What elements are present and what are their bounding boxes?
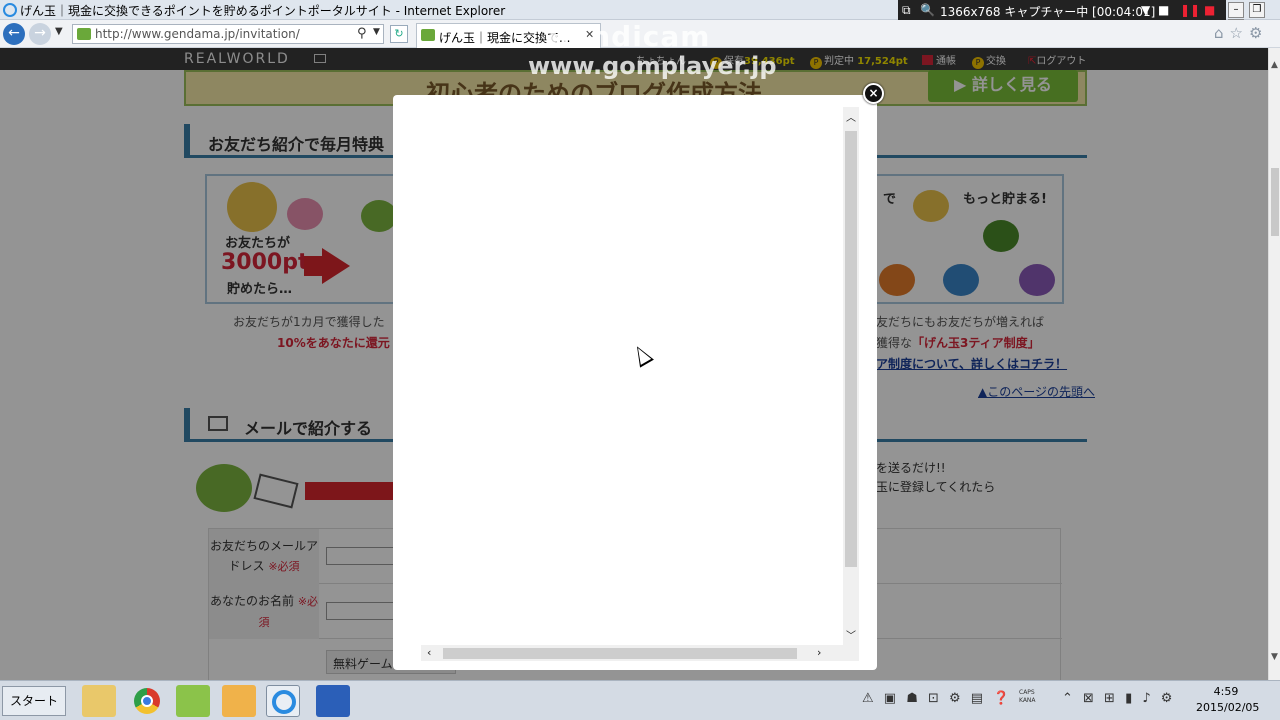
input-mode-indicator: CAPS KANA	[1019, 689, 1036, 705]
page-scrollbar[interactable]: ▲ ▼	[1268, 48, 1280, 680]
scroll-thumb[interactable]	[1271, 168, 1279, 236]
forward-arrow-icon[interactable]: →	[29, 23, 51, 45]
explorer-folder-icon[interactable]	[82, 685, 116, 717]
media-player-icon[interactable]	[222, 685, 256, 717]
address-bar[interactable]: http://www.gendama.jp/invitation/ ⚲ ▼	[72, 24, 384, 44]
chrome-icon[interactable]	[130, 685, 164, 717]
internet-explorer-icon[interactable]	[266, 685, 300, 717]
chevron-right-icon[interactable]: ›	[817, 646, 821, 659]
ie-logo-icon	[3, 3, 17, 17]
modal-horizontal-scrollbar[interactable]: ‹ ›	[421, 645, 859, 661]
kana-label: KANA	[1019, 697, 1036, 704]
back-arrow-icon[interactable]: ←	[3, 23, 25, 45]
address-dropdown-icon[interactable]: ▼	[373, 27, 380, 37]
modal-dialog: ︿ ﹀ ‹ ›	[393, 95, 877, 670]
caps-label: CAPS	[1019, 689, 1035, 696]
modal-vertical-scrollbar[interactable]: ︿ ﹀	[843, 107, 859, 647]
camera-icon[interactable]: ■	[1158, 3, 1169, 17]
capture-status-box: ⧉ 🔍 1366x768 キャプチャー中 [00:04:01] ▼ ■ ❚❚ ■	[898, 0, 1226, 20]
search-icon[interactable]: ⚲	[357, 26, 367, 41]
refresh-icon[interactable]: ↻	[390, 25, 408, 43]
system-tray-icons[interactable]: ⚠ ▣ ☗ ⊡ ⚙ ▤ ❓	[862, 691, 1012, 706]
scroll-up-icon[interactable]: ▲	[1271, 60, 1278, 70]
site-favicon-icon	[77, 28, 91, 40]
minimize-button[interactable]: –	[1228, 2, 1244, 18]
window-titlebar: げん玉｜現金に交換できるポイントを貯めるポイントポータルサイト - Intern…	[0, 0, 1280, 35]
search-icon: 🔍	[920, 3, 935, 17]
notification-icons[interactable]: ⌃ ⊠ ⊞ ▮ ♪ ⚙	[1062, 691, 1175, 706]
window-title: げん玉｜現金に交換できるポイントを貯めるポイントポータルサイト - Intern…	[20, 4, 506, 18]
favorites-star-icon[interactable]: ☆	[1230, 24, 1249, 42]
home-icon[interactable]: ⌂	[1214, 24, 1230, 42]
start-button[interactable]: スタート	[2, 686, 66, 716]
restore-button[interactable]: ❐	[1248, 2, 1265, 18]
chevron-down-icon[interactable]: ﹀	[846, 627, 856, 642]
vertical-scroll-thumb[interactable]	[845, 131, 857, 567]
capture-status: 1366x768 キャプチャー中 [00:04:01]	[940, 5, 1156, 19]
clock-time: 4:59	[1213, 685, 1239, 698]
chevron-up-icon[interactable]: ︿	[846, 109, 856, 124]
browser-right-icons: ⌂☆⚙	[1214, 24, 1268, 42]
restore-capture-icon[interactable]: ⧉	[902, 3, 911, 18]
history-dropdown-icon[interactable]: ▼	[55, 26, 63, 37]
taskbar: スタート ⚠ ▣ ☗ ⊡ ⚙ ▤ ❓ CAPS KANA ⌃ ⊠ ⊞ ▮ ♪ ⚙ …	[0, 680, 1280, 720]
modal-close-button[interactable]: ×	[863, 83, 884, 104]
watermark-line-1: Bandicam	[548, 20, 711, 53]
clock[interactable]: 4:59 2015/02/05	[1196, 684, 1260, 716]
settings-gear-icon[interactable]: ⚙	[1249, 24, 1268, 42]
dropdown-icon[interactable]: ▼	[1141, 3, 1150, 17]
scroll-down-icon[interactable]: ▼	[1271, 652, 1278, 662]
pause-icon[interactable]: ❚❚	[1180, 3, 1200, 17]
clock-date: 2015/02/05	[1196, 701, 1260, 714]
chevron-left-icon[interactable]: ‹	[427, 646, 431, 659]
url-text[interactable]: http://www.gendama.jp/invitation/	[95, 27, 300, 41]
tab-favicon-icon	[421, 29, 435, 41]
watermark-line-2: www.gomplayer.jp	[528, 52, 777, 80]
hao123-icon[interactable]	[176, 685, 210, 717]
horizontal-scroll-thumb[interactable]	[443, 648, 797, 659]
stop-icon[interactable]: ■	[1204, 3, 1215, 17]
bandicam-app-icon[interactable]	[316, 685, 350, 717]
